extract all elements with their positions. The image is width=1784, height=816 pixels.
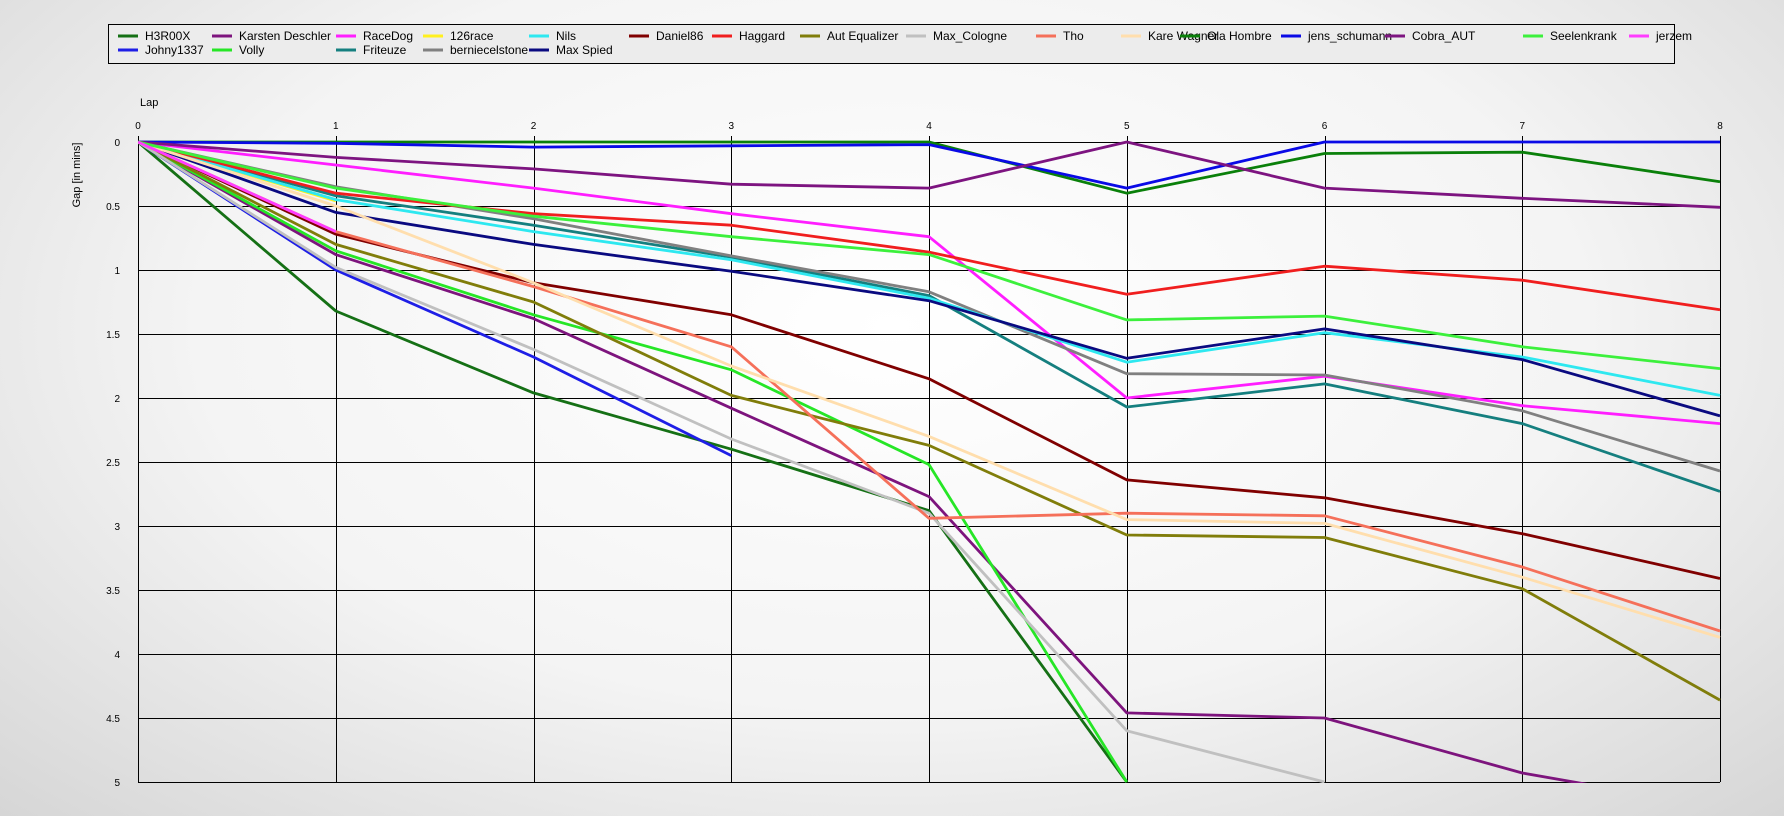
y-tick-label: 2.5: [106, 458, 120, 469]
x-tick-label: 5: [1124, 121, 1130, 132]
y-tick-label: 3: [114, 522, 120, 533]
legend-entry-label: Max_Cologne: [933, 29, 1007, 43]
x-tick-label: 1: [333, 121, 339, 132]
legend-entry-label: Nils: [556, 29, 576, 43]
x-tick-label: 6: [1322, 121, 1328, 132]
legend-entry-label: Volly: [239, 43, 264, 57]
y-tick-label: 2: [114, 394, 120, 405]
y-tick-labels: 0 0.5 1 1.5 2 2.5 3 3.5 4 4.5 5: [106, 138, 120, 789]
legend-entry-label: Haggard: [739, 29, 785, 43]
y-tick-label: 5: [114, 778, 120, 789]
gap-chart: H3R00XJohny1337 Karsten DeschlerVolly Race…: [71, 24, 1723, 789]
legend-entry-label: Max Spied: [556, 43, 613, 57]
legend-entry-label: Johny1337: [145, 43, 204, 57]
x-tick-label: 2: [531, 121, 537, 132]
legend-entry-label: Daniel86: [656, 29, 704, 43]
y-axis-label: Gap [in mins]: [71, 143, 83, 208]
x-tick-label: 8: [1717, 121, 1723, 132]
legend-entry-label: berniecelstone: [450, 43, 528, 57]
x-tick-label: 3: [728, 121, 734, 132]
x-axis-label: Lap: [140, 97, 158, 109]
y-tick-label: 4: [114, 650, 120, 661]
y-tick-label: 0: [114, 138, 120, 149]
legend-entry-label: jerzem: [1655, 29, 1692, 43]
legend-entry-label: Aut Equalizer: [827, 29, 898, 43]
legend-entry-label: 126race: [450, 29, 494, 43]
legend-entry-label: Seelenkrank: [1550, 29, 1618, 43]
y-tick-label: 3.5: [106, 586, 120, 597]
legend-entry-label: Ola Hombre: [1207, 29, 1272, 43]
x-gridlines: [138, 136, 1721, 782]
y-tick-label: 4.5: [106, 714, 120, 725]
y-tick-label: 0.5: [106, 202, 120, 213]
x-tick-label: 4: [926, 121, 932, 132]
x-tick-labels: 0 1 2 3 4 5 6 7 8: [135, 121, 1723, 132]
legend: H3R00XJohny1337 Karsten DeschlerVolly Race…: [108, 24, 1692, 64]
x-tick-label: 0: [135, 121, 141, 132]
legend-entry-label: Cobra_AUT: [1412, 29, 1476, 43]
x-tick-label: 7: [1519, 121, 1525, 132]
y-tick-label: 1.5: [106, 330, 120, 341]
y-tick-label: 1: [114, 266, 120, 277]
legend-entry-label: Friteuze: [363, 43, 407, 57]
legend-entry-label: RaceDog: [363, 29, 413, 43]
legend-entry-label: Tho: [1063, 29, 1084, 43]
legend-entry-label: Karsten Deschler: [239, 29, 331, 43]
legend-entry-label: H3R00X: [145, 29, 190, 43]
legend-entry-label: jens_schumann: [1307, 29, 1392, 43]
